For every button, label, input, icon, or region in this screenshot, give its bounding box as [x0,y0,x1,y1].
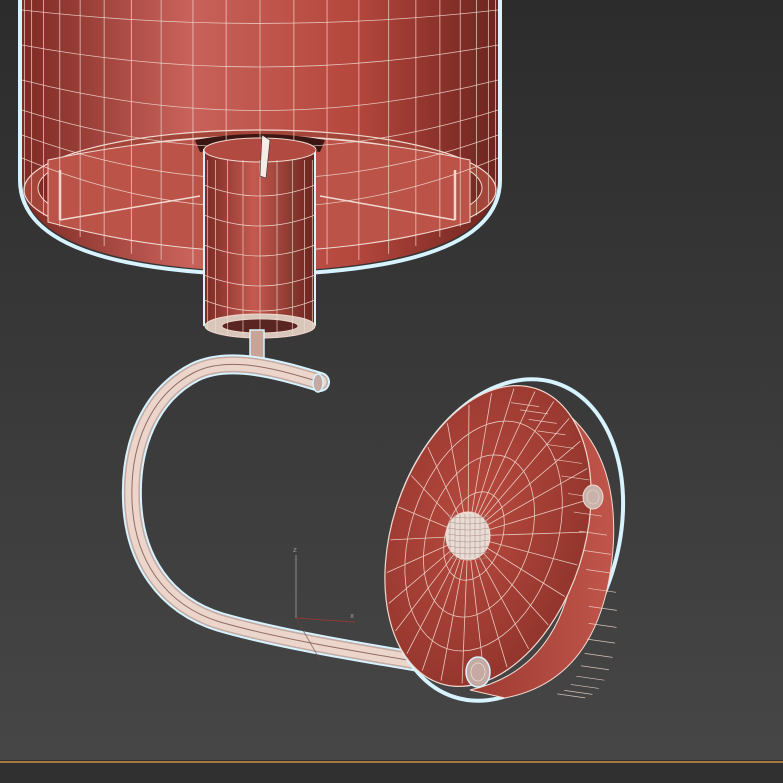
viewport-canvas[interactable]: z x [0,0,783,783]
timeline-strip [0,760,783,783]
gizmo-x-label: x [350,612,354,620]
arm-plate-joint[interactable] [465,656,491,688]
plate-screw[interactable] [582,484,604,510]
gizmo-z-label: z [293,546,297,554]
shade-socket[interactable] [203,134,317,339]
plate-knob[interactable] [445,511,491,561]
3d-viewport-perspective[interactable]: z x [0,0,783,783]
